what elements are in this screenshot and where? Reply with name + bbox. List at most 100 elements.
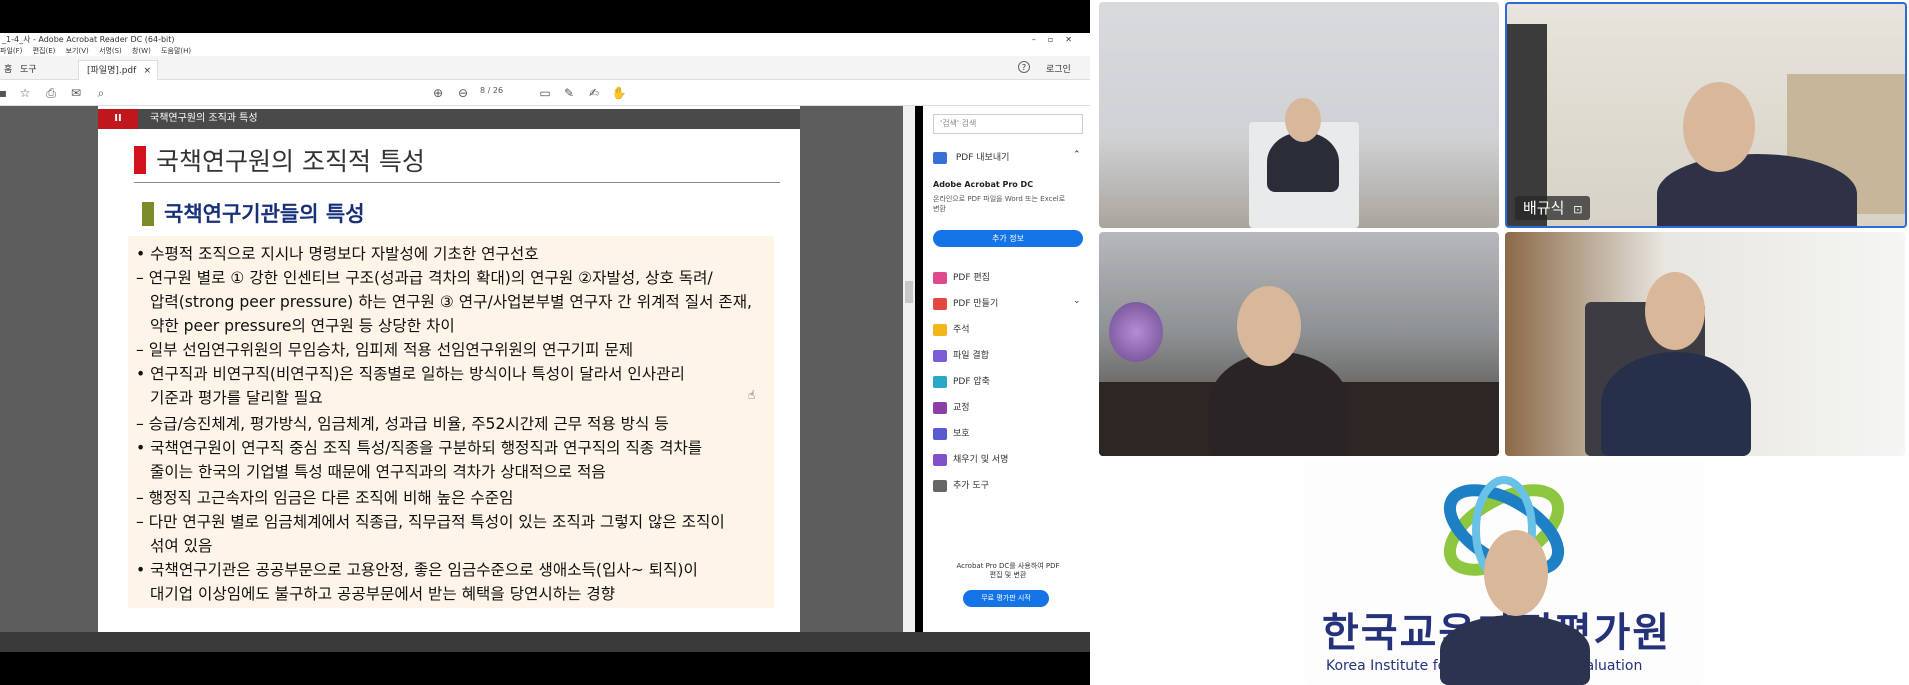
page-total: / 26 bbox=[487, 86, 504, 95]
tool-label: 보호 bbox=[953, 429, 970, 439]
tool-more-tools[interactable]: 추가 도구 bbox=[933, 478, 989, 492]
fill-sign-icon bbox=[933, 453, 947, 466]
body-line: – 승급/승진체계, 평가방식, 임금체계, 성과급 비율, 주52시간제 근무… bbox=[136, 415, 669, 433]
participant-body bbox=[1209, 352, 1349, 456]
slide-page: II 국책연구원의 조직과 특성 국책연구원의 조직적 특성 국책연구기관들의 … bbox=[98, 106, 800, 632]
slide-subtitle: 국책연구기관들의 특성 bbox=[164, 202, 365, 226]
promo-title: Adobe Acrobat Pro DC bbox=[933, 180, 1034, 189]
tool-fill-sign[interactable]: 채우기 및 서명 bbox=[933, 452, 1008, 466]
export-pdf-tool[interactable]: PDF 내보내기 ⌃ bbox=[933, 150, 1081, 164]
section-header-text: 국책연구원의 조직과 특성 bbox=[150, 113, 258, 124]
save-icon[interactable]: ▪ bbox=[0, 84, 12, 102]
slide-body: • 수평적 조직으로 지시나 명령보다 자발성에 기초한 연구선호 – 연구원 … bbox=[128, 236, 774, 608]
body-line: • 국책연구원이 연구직 중심 조직 특성/직종을 구분하되 행정직과 연구직의… bbox=[136, 439, 703, 457]
shield-icon bbox=[933, 427, 947, 440]
login-link[interactable]: 로그인 bbox=[1046, 62, 1071, 75]
flower-vase bbox=[1109, 302, 1163, 362]
hand-cursor-icon: ☝ bbox=[748, 388, 756, 402]
subtitle-accent-bar bbox=[142, 202, 154, 226]
video-tile-participant-4[interactable] bbox=[1505, 232, 1905, 456]
tab-document-label: [파일명].pdf bbox=[87, 66, 137, 76]
page-up-icon[interactable]: ⊕ bbox=[429, 84, 447, 102]
edit-pdf-icon bbox=[933, 271, 947, 284]
tool-label: PDF 편집 bbox=[953, 273, 990, 283]
document-viewer[interactable]: II 국책연구원의 조직과 특성 국책연구원의 조직적 특성 국책연구기관들의 … bbox=[0, 106, 903, 632]
tool-protect[interactable]: 보호 bbox=[933, 426, 970, 440]
body-line: 대기업 이상임에도 불구하고 공공부문에서 받는 혜택을 당연시하는 경향 bbox=[150, 585, 616, 603]
more-tools-icon bbox=[933, 479, 947, 492]
menu-window[interactable]: 창(W) bbox=[132, 47, 151, 55]
status-strip bbox=[0, 632, 1090, 652]
body-line: 압력(strong peer pressure) 하는 연구원 ③ 연구/사업본… bbox=[150, 293, 753, 311]
title-divider bbox=[134, 182, 780, 183]
body-line: – 행정직 고근속자의 임금은 다른 조직에 비해 높은 수준임 bbox=[136, 489, 514, 507]
section-number: II bbox=[98, 109, 138, 129]
participant-name: 배규식 bbox=[1523, 199, 1565, 217]
chevron-down-icon[interactable]: ⌄ bbox=[1073, 296, 1081, 306]
tool-label: 파일 결합 bbox=[953, 351, 989, 361]
combine-files-icon bbox=[933, 349, 947, 362]
video-tile-participant-5[interactable]: 한국교육과정평가원 Korea Institute for Curriculum… bbox=[1304, 460, 1704, 685]
tool-compress-pdf[interactable]: PDF 압축 bbox=[933, 374, 990, 388]
page-indicator[interactable]: 8 / 26 bbox=[480, 86, 524, 95]
tab-document[interactable]: [파일명].pdf × bbox=[78, 60, 158, 80]
promo-description: 온라인으로 PDF 파일을 Word 또는 Excel로 변환 bbox=[933, 195, 1066, 213]
free-trial-button[interactable]: 무료 평가판 시작 bbox=[963, 590, 1049, 607]
video-tile-active-speaker[interactable]: 배규식 ⊡ bbox=[1505, 2, 1907, 228]
title-accent-bar bbox=[134, 146, 146, 174]
body-line: 섞여 있음 bbox=[150, 537, 213, 555]
vertical-scrollbar[interactable] bbox=[903, 106, 915, 632]
star-icon[interactable]: ☆ bbox=[16, 84, 34, 102]
tool-label: PDF 압축 bbox=[953, 377, 990, 387]
tools-pane: '검색' 검색 PDF 내보내기 ⌃ Adobe Acrobat Pro DC … bbox=[923, 106, 1090, 632]
print-icon[interactable]: ⎙ bbox=[42, 84, 60, 102]
redact-icon bbox=[933, 401, 947, 414]
participant-name-tag: 배규식 ⊡ bbox=[1515, 196, 1591, 220]
chevron-up-icon[interactable]: ⌃ bbox=[1073, 150, 1081, 160]
tool-label: 교정 bbox=[953, 403, 970, 413]
participant-head bbox=[1484, 530, 1548, 616]
hand-tool-icon[interactable]: ✋ bbox=[610, 84, 628, 102]
participant-head bbox=[1683, 82, 1755, 172]
mail-icon[interactable]: ✉ bbox=[67, 84, 85, 102]
tab-tools[interactable]: 도구 bbox=[12, 60, 45, 80]
toolbar: ▪ ☆ ⎙ ✉ ⌕ ⊕ ⊖ 8 / 26 ▭ ✎ ✍ ✋ bbox=[0, 80, 1090, 106]
video-tile-participant-1[interactable] bbox=[1099, 2, 1499, 228]
menu-edit[interactable]: 편집(E) bbox=[33, 47, 56, 55]
window-title: _1-4_사 - Adobe Acrobat Reader DC (64-bit… bbox=[2, 35, 175, 44]
search-icon[interactable]: ⌕ bbox=[92, 84, 110, 102]
video-tile-participant-3[interactable] bbox=[1099, 232, 1499, 456]
slide-title: 국책연구원의 조직적 특성 bbox=[156, 147, 425, 176]
help-icon[interactable]: ? bbox=[1018, 61, 1030, 73]
comment-icon[interactable]: ▭ bbox=[536, 84, 554, 102]
page-current[interactable]: 8 bbox=[480, 86, 485, 95]
participant-head bbox=[1237, 286, 1301, 366]
screen-share: _1-4_사 - Adobe Acrobat Reader DC (64-bit… bbox=[0, 0, 1090, 685]
menu-view[interactable]: 보기(V) bbox=[66, 47, 89, 55]
tab-bar: 홈 도구 [파일명].pdf × ? 로그인 bbox=[0, 56, 1090, 80]
tool-create-pdf[interactable]: PDF 만들기 ⌄ bbox=[933, 296, 1081, 310]
tool-comment[interactable]: 주석 bbox=[933, 322, 970, 336]
participant-body bbox=[1657, 154, 1857, 226]
page-down-icon[interactable]: ⊖ bbox=[454, 84, 472, 102]
highlight-pen-icon[interactable]: ✎ bbox=[560, 84, 578, 102]
menu-file[interactable]: 파일(F) bbox=[0, 47, 22, 55]
menu-bar: 파일(F) 편집(E) 보기(V) 서명(S) 창(W) 도움말(H) bbox=[0, 46, 1090, 56]
tool-label: PDF 만들기 bbox=[953, 299, 999, 309]
scrollbar-thumb[interactable] bbox=[905, 281, 913, 303]
menu-help[interactable]: 도움말(H) bbox=[161, 47, 191, 55]
window-controls[interactable]: –▫✕ bbox=[1032, 33, 1084, 46]
tool-redact[interactable]: 교정 bbox=[933, 400, 970, 414]
more-info-button[interactable]: 추가 정보 bbox=[933, 230, 1083, 247]
close-icon[interactable]: × bbox=[143, 61, 151, 81]
participant-body bbox=[1601, 352, 1751, 456]
body-line: 약한 peer pressure의 연구원 등 상당한 차이 bbox=[150, 317, 455, 335]
sign-icon[interactable]: ✍ bbox=[585, 84, 603, 102]
tool-combine-files[interactable]: 파일 결합 bbox=[933, 348, 989, 362]
tool-edit-pdf[interactable]: PDF 편집 bbox=[933, 270, 990, 284]
tools-search-input[interactable]: '검색' 검색 bbox=[933, 114, 1083, 134]
comment-tool-icon bbox=[933, 323, 947, 336]
body-line: – 연구원 별로 ① 강한 인센티브 구조(성과급 격차의 확대)의 연구원 ②… bbox=[136, 269, 713, 287]
menu-sign[interactable]: 서명(S) bbox=[99, 47, 122, 55]
tool-label: 주석 bbox=[953, 325, 970, 335]
